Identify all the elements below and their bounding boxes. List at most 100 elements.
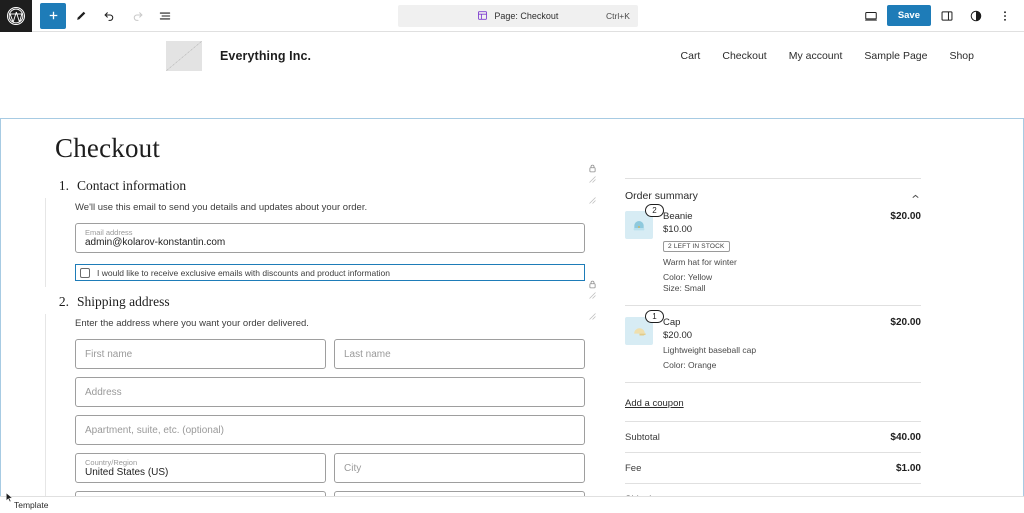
- nav-item-cart[interactable]: Cart: [681, 50, 701, 62]
- order-item-unit-price: $10.00: [663, 224, 880, 235]
- last-name-placeholder: Last name: [344, 349, 575, 360]
- desktop-view-icon[interactable]: [858, 3, 884, 29]
- order-item-name: Beanie: [663, 211, 880, 222]
- edit-tool-button[interactable]: [68, 3, 94, 29]
- page-title: Checkout: [55, 133, 999, 164]
- chevron-up-icon[interactable]: [910, 191, 921, 202]
- editor-right-tools: Save: [858, 3, 1024, 29]
- save-button[interactable]: Save: [887, 5, 931, 26]
- order-item-variation: Color: Yellow: [663, 272, 880, 283]
- order-summary-header[interactable]: Order summary: [625, 190, 921, 202]
- coupon-row: Add a coupon: [625, 382, 921, 421]
- site-title[interactable]: Everything Inc.: [220, 49, 311, 63]
- settings-sidebar-icon[interactable]: [934, 3, 960, 29]
- email-field[interactable]: Email address admin@kolarov-konstantin.c…: [75, 223, 585, 253]
- order-summary-panel: Order summary: [625, 178, 921, 513]
- shipping-note: Enter the address where you want your or…: [75, 318, 585, 329]
- order-item-variation: Color: Orange: [663, 360, 880, 371]
- mouse-cursor-icon: [4, 491, 15, 509]
- site-navigation: Cart Checkout My account Sample Page Sho…: [681, 50, 1000, 62]
- command-bar[interactable]: Page: Checkout Ctrl+K: [398, 5, 638, 27]
- email-field-label: Email address: [85, 228, 575, 237]
- address-placeholder: Address: [85, 387, 575, 398]
- editor-status-bar: Template: [0, 496, 1024, 513]
- first-name-field[interactable]: First name: [75, 339, 326, 369]
- editor-tool-group: [32, 3, 178, 29]
- nav-item-my-account[interactable]: My account: [789, 50, 843, 62]
- page-icon: [477, 10, 488, 21]
- order-item-line-total: $20.00: [890, 317, 921, 371]
- marketing-optin-checkbox[interactable]: [80, 268, 90, 278]
- command-bar-region: Page: Checkout Ctrl+K: [178, 5, 858, 27]
- section-number-1: 1.: [57, 178, 69, 194]
- shipping-address-heading: 2. Shipping address: [57, 294, 585, 310]
- contact-information-heading: 1. Contact information: [57, 178, 585, 194]
- order-item: 1 Cap $20.00 Lightweight baseball cap Co…: [625, 305, 921, 382]
- totals-label: Fee: [625, 463, 641, 474]
- marketing-optin-label: I would like to receive exclusive emails…: [97, 268, 390, 278]
- order-summary-column: Order summary: [625, 178, 921, 513]
- order-item-details: Beanie $10.00 2 LEFT IN STOCK Warm hat f…: [663, 211, 880, 294]
- block-lock-icon-2[interactable]: [588, 280, 597, 289]
- undo-button[interactable]: [96, 3, 122, 29]
- first-name-placeholder: First name: [85, 349, 316, 360]
- order-item-quantity: 1: [645, 310, 664, 323]
- section-title-contact: Contact information: [77, 178, 186, 194]
- last-name-field[interactable]: Last name: [334, 339, 585, 369]
- selected-content-block[interactable]: Checkout 1. Contact information We'll us…: [0, 118, 1024, 513]
- order-item-quantity: 2: [645, 204, 664, 217]
- add-block-button[interactable]: [40, 3, 66, 29]
- block-resize-handle-1[interactable]: [588, 175, 597, 184]
- nav-item-shop[interactable]: Shop: [949, 50, 974, 62]
- nav-item-checkout[interactable]: Checkout: [722, 50, 766, 62]
- totals-label: Subtotal: [625, 432, 660, 443]
- nav-item-sample-page[interactable]: Sample Page: [864, 50, 927, 62]
- section-title-shipping: Shipping address: [77, 294, 170, 310]
- status-bar-label[interactable]: Template: [14, 500, 49, 510]
- city-placeholder: City: [344, 463, 575, 474]
- totals-value: $40.00: [890, 432, 921, 443]
- city-field[interactable]: City: [334, 453, 585, 483]
- totals-row-fee: Fee $1.00: [625, 452, 921, 483]
- command-bar-label: Page: Checkout: [494, 11, 558, 21]
- order-item-details: Cap $20.00 Lightweight baseball cap Colo…: [663, 317, 880, 371]
- wordpress-logo-icon[interactable]: [0, 0, 32, 32]
- country-region-label: Country/Region: [85, 458, 316, 467]
- country-region-field[interactable]: Country/Region United States (US): [75, 453, 326, 483]
- editor-top-bar: Page: Checkout Ctrl+K Save: [0, 0, 1024, 32]
- shipping-address-body: Enter the address where you want your or…: [75, 318, 585, 513]
- more-options-icon[interactable]: [992, 3, 1018, 29]
- styles-contrast-icon[interactable]: [963, 3, 989, 29]
- order-summary-title: Order summary: [625, 190, 698, 202]
- section-number-2: 2.: [57, 294, 69, 310]
- site-branding: Everything Inc.: [166, 41, 311, 71]
- marketing-optin-block[interactable]: I would like to receive exclusive emails…: [75, 264, 585, 281]
- totals-value: $1.00: [896, 463, 921, 474]
- order-item-name: Cap: [663, 317, 880, 328]
- order-item-stock-badge: 2 LEFT IN STOCK: [663, 241, 730, 252]
- order-item-thumb-wrap: 2: [625, 211, 653, 294]
- address-field[interactable]: Address: [75, 377, 585, 407]
- site-header: Everything Inc. Cart Checkout My account…: [0, 32, 1024, 79]
- apartment-field[interactable]: Apartment, suite, etc. (optional): [75, 415, 585, 445]
- order-item-variations: Color: Orange: [663, 360, 880, 371]
- email-field-value: admin@kolarov-konstantin.com: [85, 237, 575, 249]
- block-lock-icon[interactable]: [588, 164, 597, 173]
- wordpress-block-editor: Page: Checkout Ctrl+K Save: [0, 0, 1024, 513]
- order-item-thumb-wrap: 1: [625, 317, 653, 371]
- block-resize-handle-4[interactable]: [588, 312, 597, 321]
- order-item-variations: Color: Yellow Size: Small: [663, 272, 880, 294]
- block-resize-handle-2[interactable]: [588, 196, 597, 205]
- country-region-value: United States (US): [85, 467, 316, 479]
- apartment-placeholder: Apartment, suite, etc. (optional): [85, 425, 575, 436]
- order-item-description: Lightweight baseball cap: [663, 345, 880, 355]
- command-bar-shortcut: Ctrl+K: [606, 11, 630, 21]
- add-coupon-link[interactable]: Add a coupon: [625, 398, 684, 409]
- site-logo-placeholder-icon[interactable]: [166, 41, 202, 71]
- list-view-button[interactable]: [152, 3, 178, 29]
- block-resize-handle-3[interactable]: [588, 291, 597, 300]
- order-item: 2 Beanie $10.00 2 LEFT IN STOCK Warm hat…: [625, 211, 921, 305]
- order-item-variation: Size: Small: [663, 283, 880, 294]
- contact-information-body: We'll use this email to send you details…: [75, 202, 585, 281]
- redo-button[interactable]: [124, 3, 150, 29]
